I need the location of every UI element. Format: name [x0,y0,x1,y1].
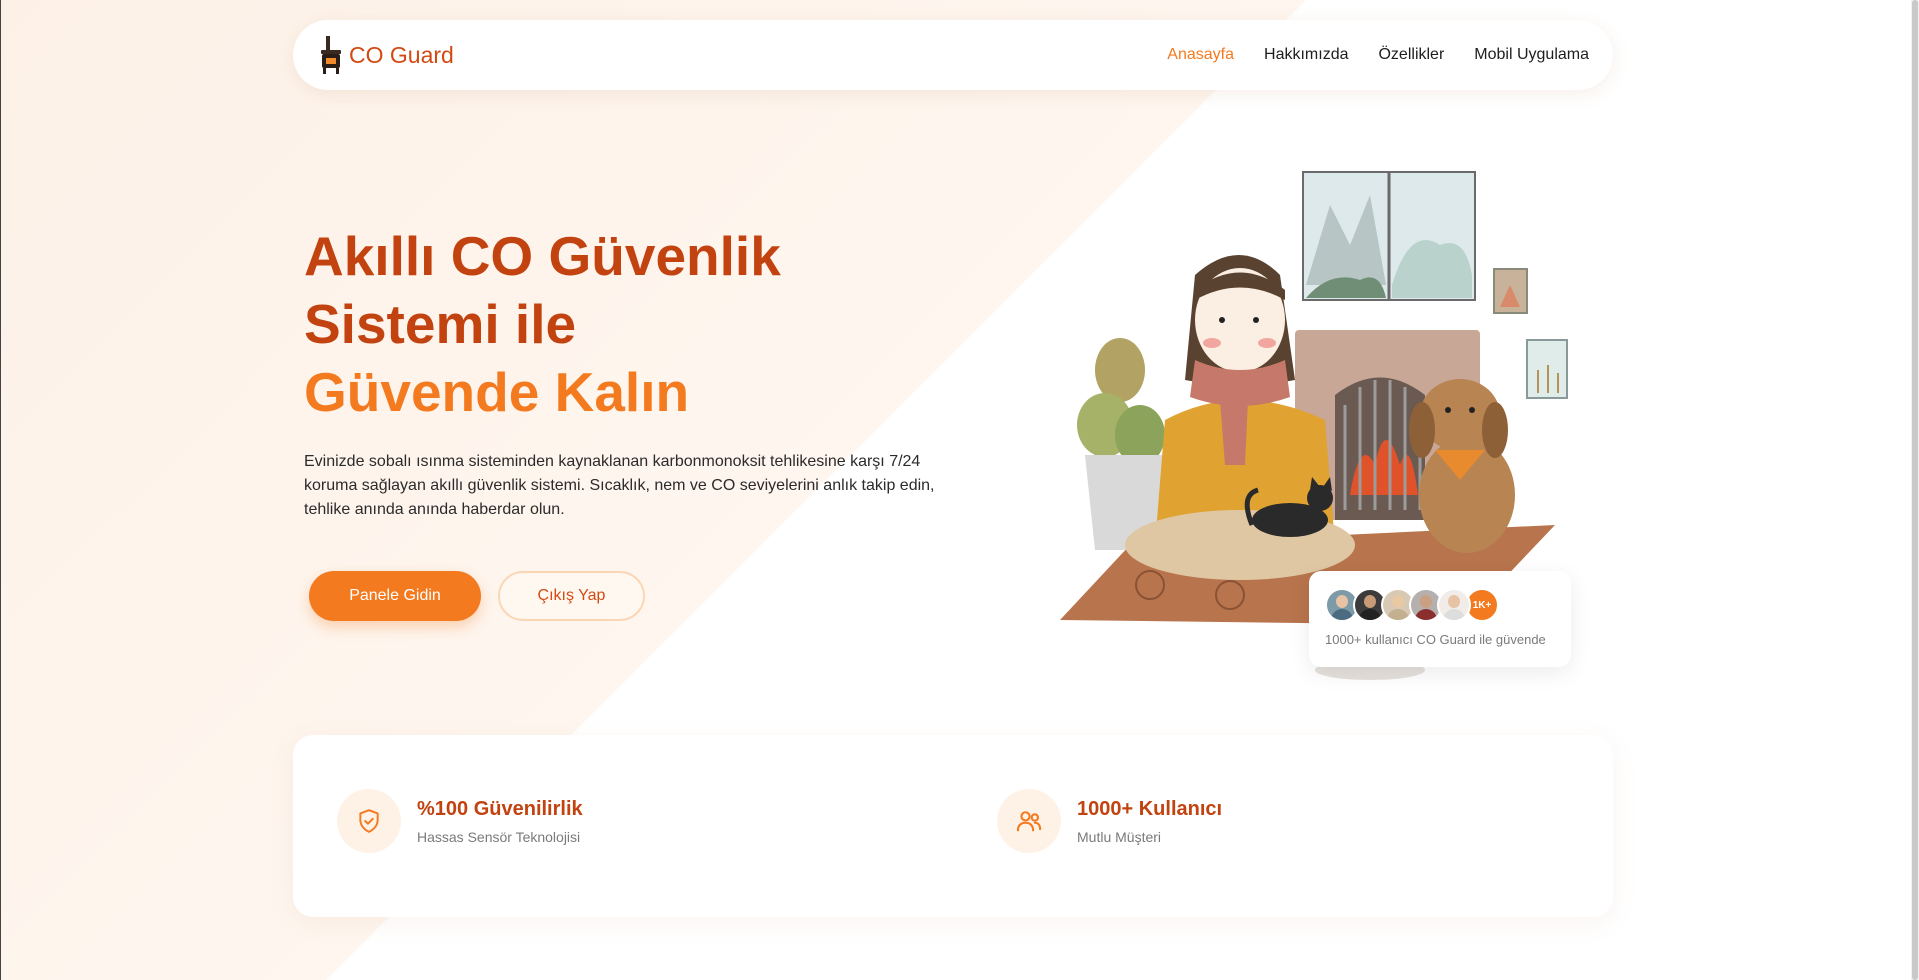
stat-title: %100 Güvenilirlik [417,797,583,820]
cactus-illustration [1077,338,1165,550]
stat-subtitle: Mutlu Müşteri [1077,828,1162,845]
avatar [1437,588,1471,622]
scrollbar-thumb[interactable] [1912,0,1918,980]
hero-title-line-1: Akıllı CO Güvenlik [304,225,781,287]
users-trust-card: 1K+ 1000+ kullanıcı CO Guard ile güvende [1309,571,1571,667]
shield-check-icon [359,809,379,833]
window-edge [0,0,1,980]
hero-description: Evinizde sobalı ısınma sisteminden kayna… [304,453,935,518]
page-scrollbar[interactable] [1911,0,1919,980]
hero-title-accent: Güvende Kalın [304,361,690,423]
nav-links: Anasayfa Hakkımızda Özellikler Mobil Uyg… [1167,46,1589,64]
stat-icon-wrapper [337,789,401,853]
hero-title-line-2: Sistemi ile [304,293,577,355]
brand-logo-link[interactable]: CO Guard [319,36,454,74]
stat-title: 1000+ Kullanıcı [1077,797,1223,820]
stat-users: 1000+ Kullanıcı Mutlu Müşteri [997,789,1222,853]
stat-text: 1000+ Kullanıcı Mutlu Müşteri [1077,798,1222,845]
window-illustration [1302,171,1476,301]
stat-reliability: %100 Güvenilirlik Hassas Sensör Teknoloj… [337,789,583,853]
go-to-panel-button[interactable]: Panele Gidin [309,571,481,621]
stat-subtitle: Hassas Sensör Teknolojisi [417,828,581,845]
nav-link-hakkimizda[interactable]: Hakkımızda [1264,46,1348,64]
users-card-text: 1000+ kullanıcı CO Guard ile güvende [1325,632,1546,647]
avatar-group: 1K+ [1325,588,1499,622]
brand-name: CO Guard [349,41,454,68]
nav-link-ozellikler[interactable]: Özellikler [1378,46,1444,64]
nav-link-anasayfa[interactable]: Anasayfa [1167,46,1234,64]
stat-icon-wrapper [997,789,1061,853]
logout-button[interactable]: Çıkış Yap [498,571,645,621]
navbar: CO Guard Anasayfa Hakkımızda Özellikler … [293,20,1613,90]
users-icon [1016,811,1042,832]
stat-text: %100 Güvenilirlik Hassas Sensör Teknoloj… [417,798,583,845]
stats-card: %100 Güvenilirlik Hassas Sensör Teknoloj… [293,735,1613,917]
stove-icon [321,36,341,74]
nav-link-mobil-uygulama[interactable]: Mobil Uygulama [1474,46,1589,64]
hero-title: Akıllı CO Güvenlik Sistemi ile Güvende K… [304,222,944,426]
